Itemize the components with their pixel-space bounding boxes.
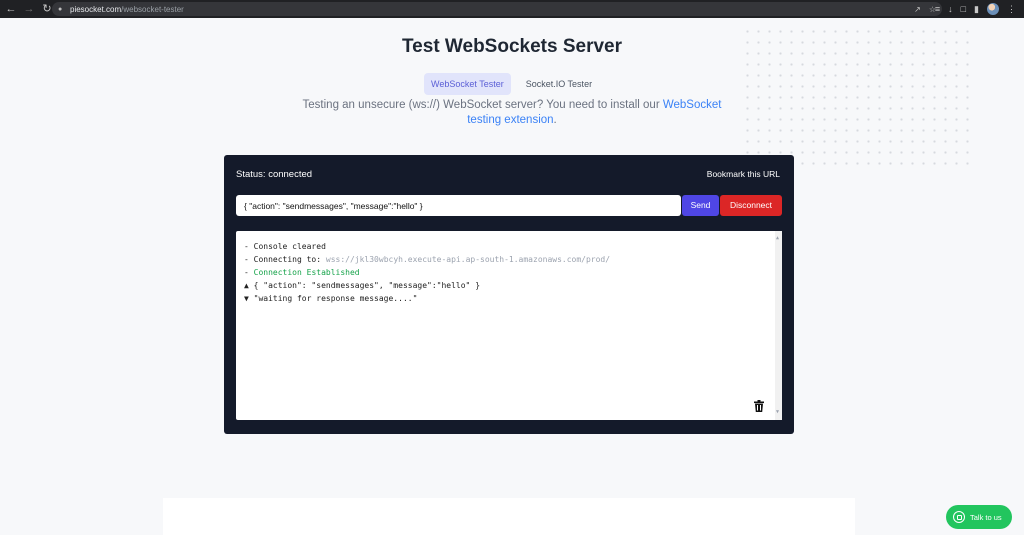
address-bar[interactable]: ● piesocket.com/websocket-tester ↗ ☆: [52, 2, 942, 16]
console-line-text: ▲ { "action": "sendmessages", "message":…: [244, 281, 481, 290]
console-line-text: - Console cleared: [244, 242, 326, 251]
console-scrollbar[interactable]: ▲ ▼: [775, 231, 782, 420]
console-output[interactable]: - Console cleared - Connecting to: wss:/…: [236, 231, 782, 420]
trash-icon[interactable]: [754, 400, 764, 412]
arrow-left-icon[interactable]: ←: [4, 2, 18, 16]
url-text[interactable]: piesocket.com/websocket-tester: [70, 5, 184, 14]
console-endpoint-url: wss://jkl30wbcyh.execute-api.ap-south-1.…: [325, 255, 611, 264]
scroll-down-icon[interactable]: ▼: [776, 406, 779, 419]
notice-suffix: .: [553, 114, 557, 126]
console-line-text: - Connecting to:: [244, 255, 326, 264]
url-domain: piesocket.com: [70, 4, 122, 14]
tester-tabs: WebSocket Tester Socket.IO Tester: [424, 73, 599, 95]
url-path: /websocket-tester: [121, 4, 184, 14]
tab-websocket-tester[interactable]: WebSocket Tester: [424, 73, 511, 95]
profile-avatar[interactable]: [987, 3, 999, 15]
console-line: - Connection Established: [244, 266, 774, 279]
console-line: ▼ "waiting for response message....": [244, 292, 774, 305]
console-success-text: Connection Established: [253, 268, 360, 277]
sidebar-icon[interactable]: ▮: [974, 4, 979, 15]
send-button[interactable]: Send: [682, 195, 719, 216]
lock-icon[interactable]: ●: [58, 6, 68, 13]
disconnect-button[interactable]: Disconnect: [720, 195, 782, 216]
scroll-up-icon[interactable]: ▲: [776, 232, 779, 245]
extensions-icon[interactable]: □: [961, 4, 966, 14]
message-input[interactable]: [236, 195, 681, 216]
share-icon[interactable]: ↗: [914, 5, 921, 14]
page-title: Test WebSockets Server: [401, 36, 622, 57]
content-card: [163, 498, 855, 535]
whatsapp-icon: [953, 511, 965, 523]
tab-socketio-tester[interactable]: Socket.IO Tester: [519, 73, 599, 95]
talk-to-us-button[interactable]: Talk to us: [946, 505, 1012, 529]
extension-notice: Testing an unsecure (ws://) WebSocket se…: [300, 98, 724, 128]
download-icon[interactable]: ↓: [948, 4, 953, 14]
notice-text: Testing an unsecure (ws://) WebSocket se…: [302, 99, 663, 111]
reading-list-icon[interactable]: ≡: [935, 4, 940, 14]
browser-toolbar: ← → ↻ ● piesocket.com/websocket-tester ↗…: [0, 0, 1024, 18]
console-line: - Console cleared: [244, 240, 774, 253]
console-line-text: ▼ "waiting for response message....": [244, 294, 418, 303]
tester-panel: Status: connected Bookmark this URL Send…: [224, 155, 794, 434]
menu-icon[interactable]: ⋮: [1007, 4, 1016, 15]
console-line: - Connecting to: wss://jkl30wbcyh.execut…: [244, 253, 774, 266]
connection-status: Status: connected: [236, 169, 313, 180]
console-line-text: -: [244, 268, 254, 277]
talk-label: Talk to us: [970, 512, 1002, 522]
arrow-right-icon[interactable]: →: [22, 2, 36, 16]
console-line: ▲ { "action": "sendmessages", "message":…: [244, 279, 774, 292]
bookmark-link[interactable]: Bookmark this URL: [707, 169, 780, 179]
